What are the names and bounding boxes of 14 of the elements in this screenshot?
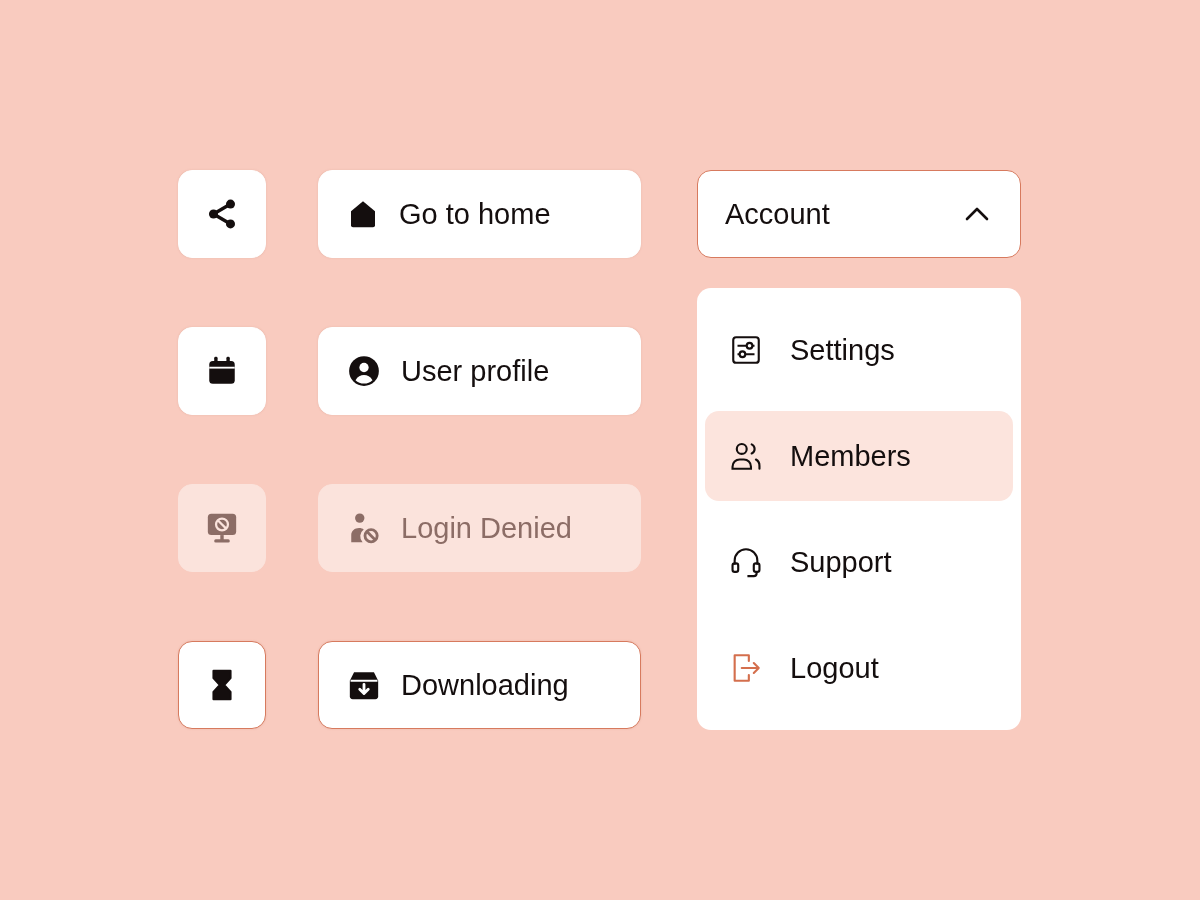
blocked-monitor-icon — [205, 511, 239, 545]
sliders-icon — [729, 333, 763, 367]
menu-item[interactable]: Members — [705, 411, 1013, 501]
text-button[interactable]: User profile — [318, 327, 641, 415]
text-button[interactable]: Downloading — [318, 641, 641, 729]
menu-item[interactable]: Settings — [705, 305, 1013, 395]
icon-button[interactable] — [178, 641, 266, 729]
menu-item[interactable]: Logout — [705, 623, 1013, 713]
account-dropdown[interactable]: Account — [697, 170, 1021, 258]
user-avatar-icon — [347, 354, 381, 388]
headset-icon — [729, 545, 763, 579]
menu-item[interactable]: Support — [705, 517, 1013, 607]
chevron-up-icon — [964, 206, 990, 222]
home-button[interactable]: Go to home — [318, 170, 641, 258]
